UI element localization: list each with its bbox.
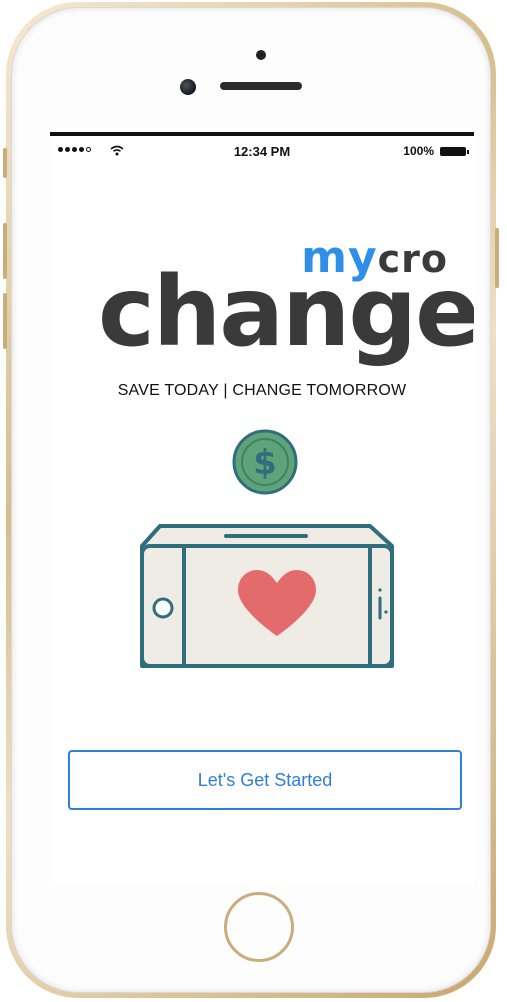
earpiece-speaker xyxy=(220,82,302,90)
battery-icon xyxy=(440,147,469,156)
phone-body: 12:34 PM 100% mycro change SAVE TODAY | … xyxy=(3,7,499,993)
phone-frame: 12:34 PM 100% mycro change SAVE TODAY | … xyxy=(3,2,499,998)
mute-switch xyxy=(3,148,7,178)
savings-illustration: $ xyxy=(140,429,394,668)
app-screen: 12:34 PM 100% mycro change SAVE TODAY | … xyxy=(50,132,474,886)
coin-symbol: $ xyxy=(253,443,277,483)
app-logo: mycro change xyxy=(98,232,474,362)
dollar-coin-icon: $ xyxy=(232,429,298,495)
volume-down-button xyxy=(3,293,7,349)
proximity-sensor xyxy=(180,79,196,95)
home-button[interactable] xyxy=(224,892,294,962)
logo-change-text: change xyxy=(98,256,474,368)
get-started-button[interactable]: Let's Get Started xyxy=(68,750,462,810)
status-bar: 12:34 PM 100% xyxy=(50,142,474,164)
power-button xyxy=(495,228,499,288)
tagline: SAVE TODAY | CHANGE TOMORROW xyxy=(117,382,407,399)
battery-percent: 100% xyxy=(403,144,434,158)
volume-up-button xyxy=(3,223,7,279)
front-camera xyxy=(256,50,266,60)
